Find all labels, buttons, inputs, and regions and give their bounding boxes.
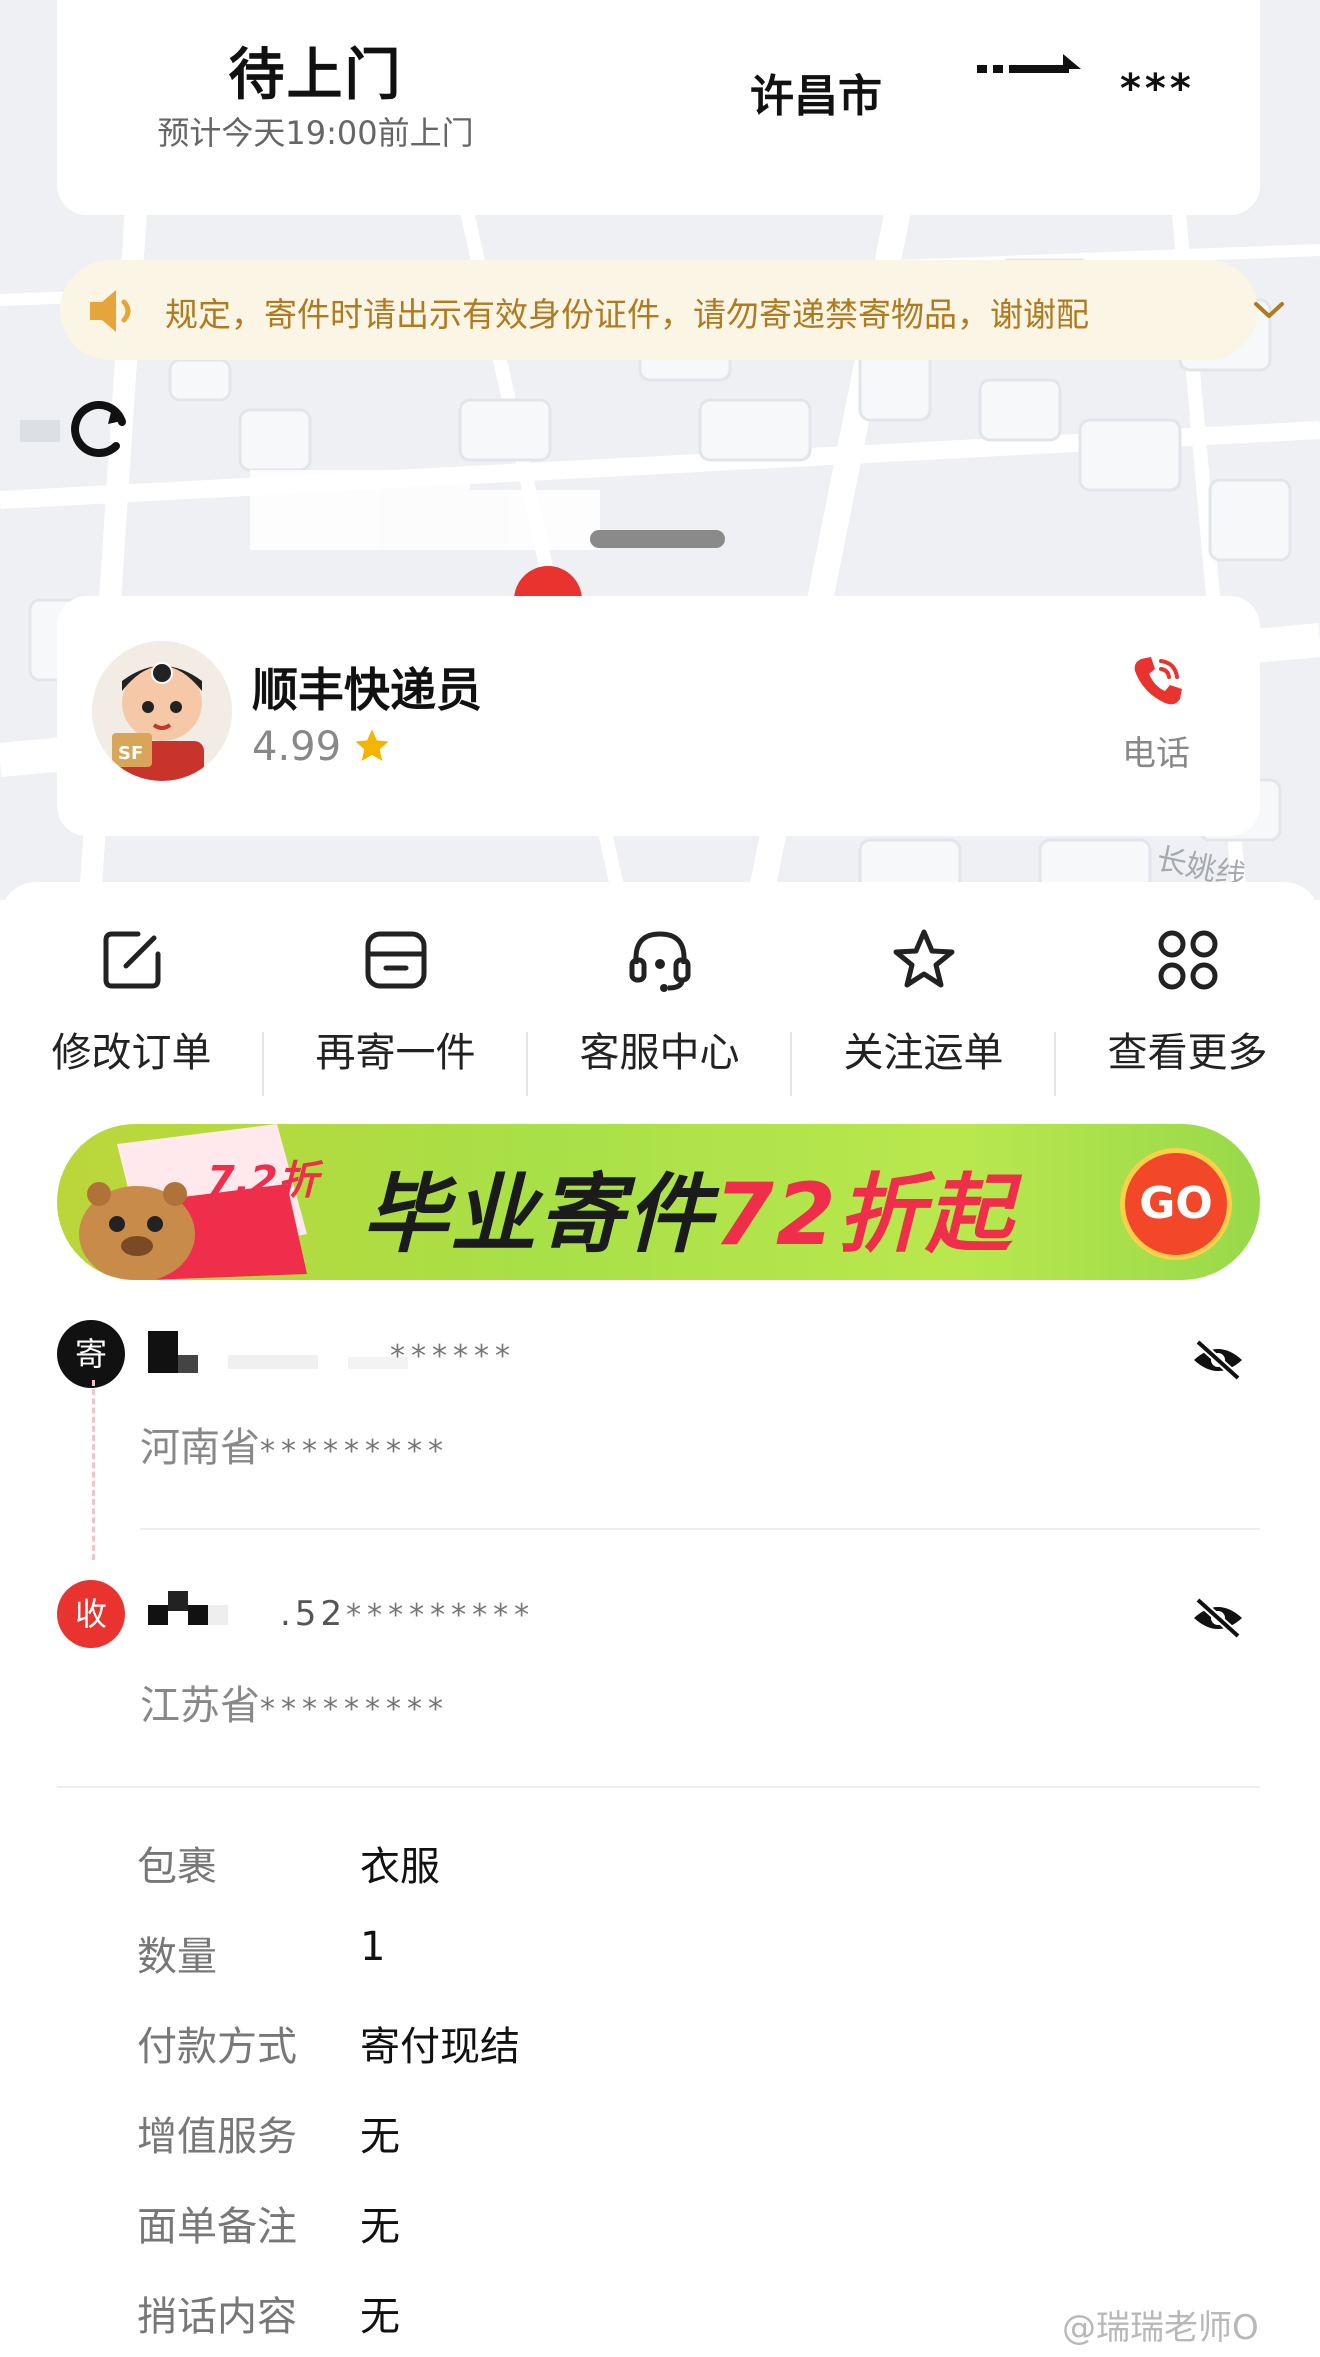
courier-rating: 4.99	[252, 724, 342, 770]
detail-value-package: 衣服	[360, 1844, 440, 1890]
detail-value-quantity: 1	[360, 1924, 386, 1970]
detail-label-waybill-note: 面单备注	[137, 2204, 297, 2250]
action-label: 查看更多	[1107, 1030, 1268, 1076]
box-icon	[365, 931, 427, 989]
sender-address-masked: *********	[260, 1434, 449, 1469]
receiver-badge: 收	[57, 1580, 125, 1648]
banner-text-prefix: 毕业寄件	[362, 1165, 714, 1265]
action-label: 再寄一件	[315, 1030, 476, 1076]
order-status-card: 待上门 预计今天19:00前上门 许昌市 ***	[57, 0, 1260, 215]
receiver-address: 江苏省*********	[140, 1673, 449, 1731]
courier-name: 顺丰快递员	[252, 663, 482, 717]
action-bar: 修改订单 再寄一件 客服中心 关注运单 查看更多	[0, 924, 1320, 1096]
courier-avatar-illustration: SF	[92, 641, 232, 781]
banner-go-button[interactable]: GO	[1120, 1148, 1232, 1260]
eye-hidden-icon[interactable]	[1190, 1338, 1246, 1382]
phone-icon[interactable]	[1127, 651, 1187, 711]
watermark: @瑞瑞老师O	[1062, 2308, 1259, 2348]
receiver-name-redacted	[148, 1591, 228, 1625]
sender-phone-masked: ******	[390, 1339, 516, 1374]
divider	[57, 1786, 1260, 1788]
edit-order-button[interactable]: 修改订单	[0, 924, 263, 1076]
detail-value-payment: 寄付现结	[360, 2024, 520, 2070]
receiver-phone-masked: *********	[346, 1598, 536, 1633]
detail-label-value-added: 增值服务	[137, 2114, 297, 2160]
status-title: 待上门	[228, 43, 403, 108]
edit-icon	[103, 931, 161, 989]
detail-value-value-added: 无	[360, 2114, 400, 2160]
headset-icon	[629, 931, 691, 992]
address-connector	[92, 1380, 95, 1560]
receiver-province: 江苏省	[140, 1683, 260, 1729]
origin-city: 许昌市	[750, 71, 882, 122]
action-label: 修改订单	[51, 1030, 212, 1076]
ship-again-button[interactable]: 再寄一件	[264, 924, 527, 1076]
detail-value-message: 无	[360, 2294, 400, 2340]
svg-text:SF: SF	[118, 743, 143, 764]
divider	[140, 1528, 1260, 1530]
notice-bar[interactable]: 规定，寄件时请出示有效身份证件，请勿寄递禁寄物品，谢谢配	[60, 260, 1284, 360]
banner-text-highlight: 72折起	[714, 1165, 1014, 1265]
beaver-mascot-illustration: 7.2折	[79, 1124, 324, 1280]
banner-headline: 毕业寄件72折起	[362, 1144, 1014, 1269]
customer-service-button[interactable]: 客服中心	[528, 924, 791, 1076]
more-button[interactable]: 查看更多	[1056, 924, 1319, 1076]
grid-icon	[1158, 930, 1218, 990]
receiver-phone-partial: .52	[280, 1594, 347, 1634]
follow-waybill-button[interactable]: 关注运单	[792, 924, 1055, 1076]
action-label: 关注运单	[843, 1030, 1004, 1076]
detail-label-message: 捎话内容	[137, 2294, 297, 2340]
destination-masked: ***	[1120, 66, 1195, 112]
courier-card: SF 顺丰快递员 4.99 电话	[57, 596, 1260, 836]
speaker-icon	[90, 290, 131, 332]
receiver-address-masked: *********	[260, 1692, 449, 1727]
detail-label-quantity: 数量	[137, 1934, 217, 1980]
action-label: 客服中心	[579, 1030, 740, 1076]
route-arrow-icon	[977, 54, 1081, 73]
sender-badge: 寄	[57, 1320, 125, 1388]
detail-label-payment: 付款方式	[137, 2024, 297, 2070]
phone-label[interactable]: 电话	[1122, 726, 1190, 775]
sender-name-redacted	[148, 1331, 408, 1373]
star-icon	[355, 729, 389, 761]
star-outline-icon	[893, 929, 955, 988]
sender-province: 河南省	[140, 1425, 260, 1471]
promo-banner[interactable]: 7.2折 毕业寄件72折起 GO	[57, 1124, 1260, 1280]
notice-text: 规定，寄件时请出示有效身份证件，请勿寄递禁寄物品，谢谢配	[165, 295, 1089, 334]
status-subtitle: 预计今天19:00前上门	[157, 114, 474, 152]
sender-phone: ******	[390, 1335, 516, 1375]
sender-address: 河南省*********	[140, 1415, 449, 1473]
chevron-down-icon[interactable]	[1252, 296, 1286, 324]
receiver-phone: .52*********	[280, 1594, 535, 1634]
courier-avatar: SF	[92, 641, 232, 781]
refresh-icon[interactable]	[64, 392, 136, 464]
banner-badge: 7.2折	[207, 1158, 324, 1204]
eye-hidden-icon[interactable]	[1190, 1596, 1246, 1640]
detail-label-package: 包裹	[137, 1844, 217, 1890]
detail-value-waybill-note: 无	[360, 2204, 400, 2250]
